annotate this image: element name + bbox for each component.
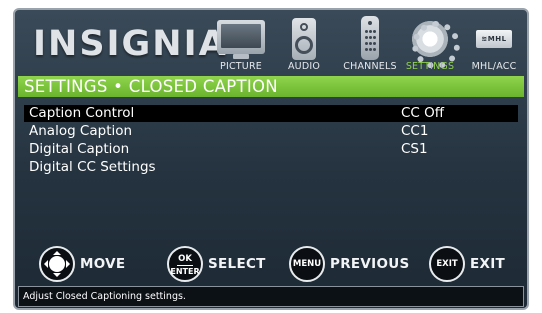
menu-item-value: CC1 (401, 123, 429, 139)
menu-title: SETTINGS • CLOSED CAPTION (18, 76, 524, 97)
menu-icon: MENU (289, 246, 325, 282)
menu-item-value: CS1 (401, 141, 428, 157)
tv-menu-screen: INSIGNIA PICTURE AUDIO CHANNELS SETTINGS… (13, 8, 529, 310)
tab-picture[interactable]: PICTURE (211, 16, 271, 74)
menu-item-digital-caption[interactable]: Digital Caption CS1 (18, 141, 524, 158)
top-bar: INSIGNIA PICTURE AUDIO CHANNELS SETTINGS… (15, 10, 527, 76)
tab-settings-label: SETTINGS (405, 61, 455, 72)
hint-move-label: MOVE (80, 256, 126, 272)
menu-item-label: Analog Caption (29, 123, 133, 139)
hint-previous: MENU PREVIOUS (289, 244, 409, 284)
dpad-icon (39, 246, 75, 282)
ok-key-text: OK (178, 254, 192, 264)
hint-exit-label: EXIT (470, 256, 506, 272)
tab-audio-label: AUDIO (287, 61, 321, 72)
menu-item-analog-caption[interactable]: Analog Caption CC1 (18, 123, 524, 140)
mhl-icon: ≋MHL (476, 30, 512, 48)
hint-previous-label: PREVIOUS (330, 256, 410, 272)
menu-item-caption-control[interactable]: Caption Control CC Off (24, 105, 518, 122)
enter-key-text: ENTER (170, 267, 200, 276)
tab-picture-label: PICTURE (220, 61, 262, 72)
menu-item-label: Digital Caption (29, 141, 130, 157)
hint-exit: EXIT EXIT (429, 244, 519, 284)
menu-item-value: CC Off (401, 105, 445, 121)
hint-select-label: SELECT (208, 256, 266, 272)
tab-mhl-acc-label: MHL/ACC (471, 61, 517, 72)
speaker-icon (292, 18, 316, 60)
gear-icon (409, 18, 460, 69)
caption-settings-menu: Caption Control CC Off Analog Caption CC… (18, 98, 524, 238)
brand-logo: INSIGNIA (33, 24, 228, 64)
remote-hint-bar: MOVE OK ENTER SELECT MENU PREVIOUS EXIT … (15, 244, 527, 284)
menu-item-label: Caption Control (29, 105, 135, 121)
exit-key-text: EXIT (436, 259, 458, 269)
tab-mhl-acc[interactable]: ≋MHL MHL/ACC (463, 16, 525, 74)
hint-select: OK ENTER SELECT (167, 244, 277, 284)
exit-icon: EXIT (429, 246, 465, 282)
menu-item-label: Digital CC Settings (29, 159, 156, 175)
remote-icon (361, 16, 379, 60)
menu-item-digital-cc-settings[interactable]: Digital CC Settings (18, 159, 524, 176)
hint-move: MOVE (39, 244, 149, 284)
tab-settings[interactable]: SETTINGS (403, 16, 460, 74)
ok-enter-icon: OK ENTER (167, 246, 203, 282)
status-help-text: Adjust Closed Captioning settings. (18, 286, 524, 307)
tab-audio[interactable]: AUDIO (279, 16, 329, 74)
tab-channels[interactable]: CHANNELS (337, 16, 403, 74)
tab-channels-label: CHANNELS (343, 61, 397, 72)
menu-key-text: MENU (292, 259, 322, 269)
